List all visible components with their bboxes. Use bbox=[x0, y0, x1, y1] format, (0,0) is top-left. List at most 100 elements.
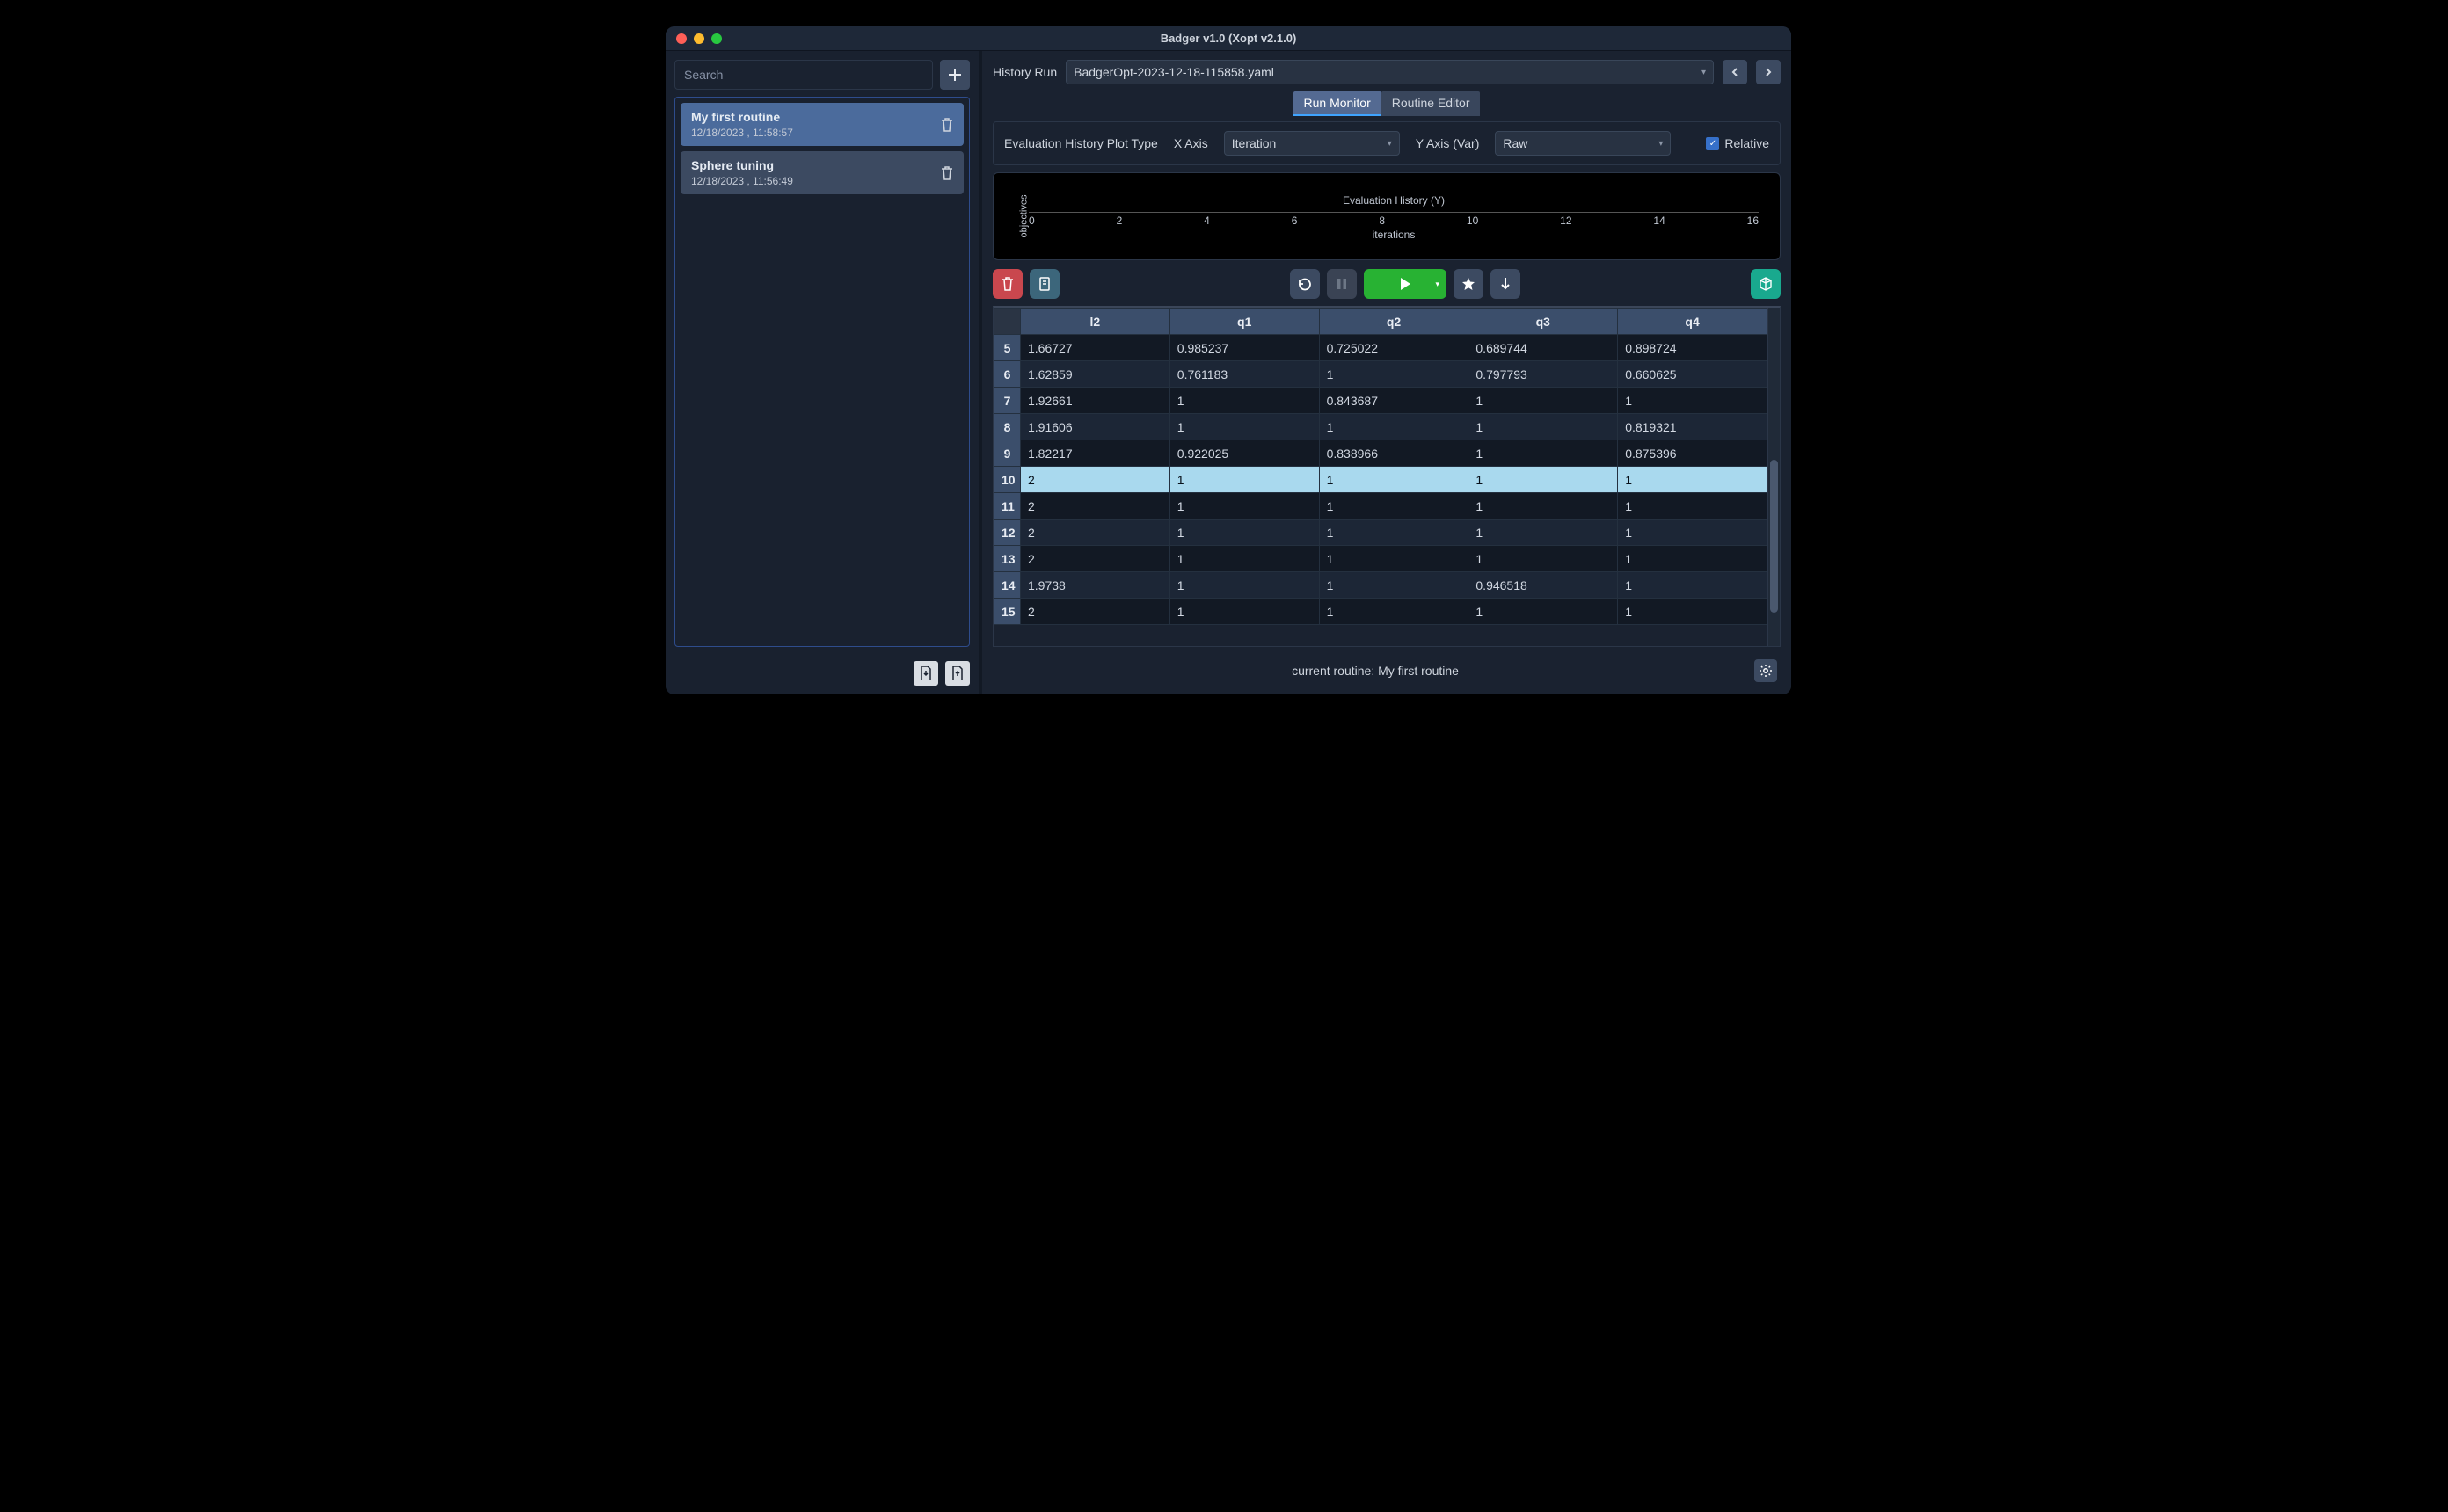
row-header[interactable]: 11 bbox=[994, 493, 1021, 520]
table-cell[interactable]: 2 bbox=[1021, 493, 1170, 520]
table-cell[interactable]: 1 bbox=[1468, 599, 1618, 625]
table-cell[interactable]: 1 bbox=[1169, 520, 1319, 546]
table-cell[interactable]: 1 bbox=[1319, 599, 1468, 625]
reset-button[interactable] bbox=[1290, 269, 1320, 299]
table-cell[interactable]: 1 bbox=[1618, 388, 1767, 414]
table-cell[interactable]: 1.91606 bbox=[1021, 414, 1170, 440]
table-cell[interactable]: 0.946518 bbox=[1468, 572, 1618, 599]
table-cell[interactable]: 1 bbox=[1169, 414, 1319, 440]
table-cell[interactable]: 2 bbox=[1021, 546, 1170, 572]
yaxis-dropdown[interactable]: Raw ▾ bbox=[1495, 131, 1671, 156]
table-cell[interactable]: 0.843687 bbox=[1319, 388, 1468, 414]
table-cell[interactable]: 1 bbox=[1319, 546, 1468, 572]
maximize-window-icon[interactable] bbox=[711, 33, 722, 44]
row-header[interactable]: 10 bbox=[994, 467, 1021, 493]
table-row[interactable]: 1221111 bbox=[994, 520, 1767, 546]
row-header[interactable]: 13 bbox=[994, 546, 1021, 572]
search-input[interactable] bbox=[674, 60, 933, 90]
table-cell[interactable]: 0.761183 bbox=[1169, 361, 1319, 388]
xaxis-dropdown[interactable]: Iteration ▾ bbox=[1224, 131, 1400, 156]
delete-routine-button[interactable] bbox=[941, 118, 953, 132]
table-cell[interactable]: 0.985237 bbox=[1169, 335, 1319, 361]
table-cell[interactable]: 1 bbox=[1169, 572, 1319, 599]
export-routine-button[interactable] bbox=[945, 661, 970, 686]
table-cell[interactable]: 1.66727 bbox=[1021, 335, 1170, 361]
vertical-scrollbar[interactable] bbox=[1767, 308, 1780, 646]
table-cell[interactable]: 1 bbox=[1618, 520, 1767, 546]
table-cell[interactable]: 2 bbox=[1021, 520, 1170, 546]
table-cell[interactable]: 1 bbox=[1169, 493, 1319, 520]
table-cell[interactable]: 1 bbox=[1319, 467, 1468, 493]
table-cell[interactable]: 1 bbox=[1169, 467, 1319, 493]
table-cell[interactable]: 1 bbox=[1618, 599, 1767, 625]
routine-item[interactable]: Sphere tuning 12/18/2023 , 11:56:49 bbox=[681, 151, 964, 194]
table-cell[interactable]: 1 bbox=[1169, 546, 1319, 572]
run-button[interactable]: ▾ bbox=[1364, 269, 1446, 299]
table-cell[interactable]: 1 bbox=[1169, 388, 1319, 414]
table-cell[interactable]: 0.838966 bbox=[1319, 440, 1468, 467]
column-header[interactable]: q3 bbox=[1468, 309, 1618, 335]
table-cell[interactable]: 0.898724 bbox=[1618, 335, 1767, 361]
favorite-button[interactable] bbox=[1454, 269, 1483, 299]
table-cell[interactable]: 1 bbox=[1319, 361, 1468, 388]
table-row[interactable]: 51.667270.9852370.7250220.6897440.898724 bbox=[994, 335, 1767, 361]
settings-button[interactable] bbox=[1754, 659, 1777, 682]
log-button[interactable] bbox=[1030, 269, 1060, 299]
table-cell[interactable]: 1 bbox=[1319, 493, 1468, 520]
row-header[interactable]: 6 bbox=[994, 361, 1021, 388]
tab-routine-editor[interactable]: Routine Editor bbox=[1381, 91, 1481, 116]
minimize-window-icon[interactable] bbox=[694, 33, 704, 44]
table-cell[interactable]: 1 bbox=[1618, 467, 1767, 493]
jump-to-optimum-button[interactable] bbox=[1490, 269, 1520, 299]
table-cell[interactable]: 0.689744 bbox=[1468, 335, 1618, 361]
row-header[interactable]: 15 bbox=[994, 599, 1021, 625]
table-cell[interactable]: 0.819321 bbox=[1618, 414, 1767, 440]
column-header[interactable]: q4 bbox=[1618, 309, 1767, 335]
table-cell[interactable]: 1 bbox=[1319, 572, 1468, 599]
tab-run-monitor[interactable]: Run Monitor bbox=[1293, 91, 1381, 116]
table-row[interactable]: 1121111 bbox=[994, 493, 1767, 520]
table-cell[interactable]: 1.62859 bbox=[1021, 361, 1170, 388]
table-cell[interactable]: 1 bbox=[1468, 493, 1618, 520]
table-row[interactable]: 81.916061110.819321 bbox=[994, 414, 1767, 440]
row-header[interactable]: 9 bbox=[994, 440, 1021, 467]
table-cell[interactable]: 0.725022 bbox=[1319, 335, 1468, 361]
column-header[interactable]: q2 bbox=[1319, 309, 1468, 335]
table-cell[interactable]: 0.875396 bbox=[1618, 440, 1767, 467]
data-table-scroll[interactable]: l2q1q2q3q4 51.667270.9852370.7250220.689… bbox=[994, 308, 1767, 646]
table-row[interactable]: 141.9738110.9465181 bbox=[994, 572, 1767, 599]
add-routine-button[interactable] bbox=[940, 60, 970, 90]
delete-run-button[interactable] bbox=[993, 269, 1023, 299]
scrollbar-thumb[interactable] bbox=[1770, 460, 1778, 612]
delete-routine-button[interactable] bbox=[941, 166, 953, 180]
row-header[interactable]: 5 bbox=[994, 335, 1021, 361]
table-cell[interactable]: 1 bbox=[1618, 572, 1767, 599]
row-header[interactable]: 14 bbox=[994, 572, 1021, 599]
history-next-button[interactable] bbox=[1756, 60, 1781, 84]
history-run-dropdown[interactable]: BadgerOpt-2023-12-18-115858.yaml ▾ bbox=[1066, 60, 1714, 84]
relative-checkbox[interactable]: ✓ bbox=[1706, 137, 1719, 150]
import-routine-button[interactable] bbox=[914, 661, 938, 686]
table-row[interactable]: 1521111 bbox=[994, 599, 1767, 625]
close-window-icon[interactable] bbox=[676, 33, 687, 44]
extensions-button[interactable] bbox=[1751, 269, 1781, 299]
table-cell[interactable]: 1 bbox=[1468, 414, 1618, 440]
table-cell[interactable]: 0.660625 bbox=[1618, 361, 1767, 388]
table-cell[interactable]: 1.92661 bbox=[1021, 388, 1170, 414]
table-row[interactable]: 91.822170.9220250.83896610.875396 bbox=[994, 440, 1767, 467]
column-header[interactable]: l2 bbox=[1021, 309, 1170, 335]
table-cell[interactable]: 1 bbox=[1319, 520, 1468, 546]
table-row[interactable]: 61.628590.76118310.7977930.660625 bbox=[994, 361, 1767, 388]
table-row[interactable]: 1321111 bbox=[994, 546, 1767, 572]
table-cell[interactable]: 1 bbox=[1468, 546, 1618, 572]
table-cell[interactable]: 2 bbox=[1021, 599, 1170, 625]
table-cell[interactable]: 2 bbox=[1021, 467, 1170, 493]
routine-item[interactable]: My first routine 12/18/2023 , 11:58:57 bbox=[681, 103, 964, 146]
table-cell[interactable]: 1.9738 bbox=[1021, 572, 1170, 599]
table-cell[interactable]: 1 bbox=[1169, 599, 1319, 625]
column-header[interactable]: q1 bbox=[1169, 309, 1319, 335]
table-cell[interactable]: 1 bbox=[1618, 546, 1767, 572]
table-cell[interactable]: 1 bbox=[1468, 388, 1618, 414]
table-cell[interactable]: 1.82217 bbox=[1021, 440, 1170, 467]
table-cell[interactable]: 1 bbox=[1468, 440, 1618, 467]
